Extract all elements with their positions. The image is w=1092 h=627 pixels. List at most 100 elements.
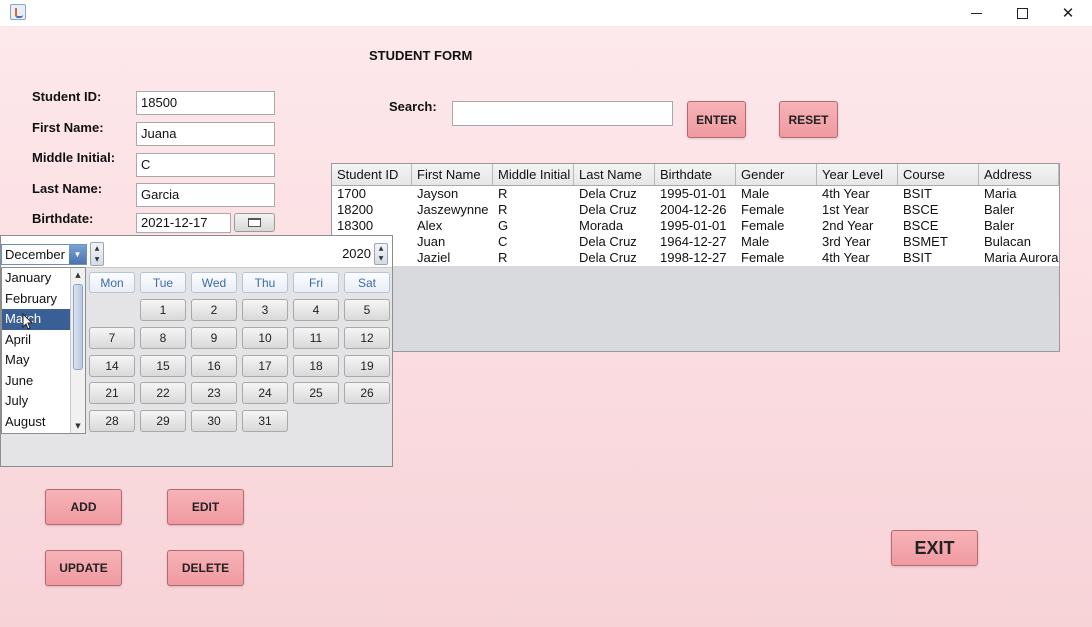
column-header[interactable]: Student ID	[332, 164, 412, 185]
column-header[interactable]: Birthdate	[655, 164, 736, 185]
table-row[interactable]: Juan C Dela Cruz 1964-12-27 Male 3rd Year BSME…	[332, 234, 1059, 250]
table-cell: 18200	[337, 202, 374, 217]
day-button[interactable]: 1	[140, 299, 186, 321]
date-picker-header: December ▼ ▲ ▼ 2020 ▲ ▼	[1, 236, 392, 268]
minimize-icon[interactable]	[953, 0, 999, 26]
table-cell: 4th Year	[822, 186, 870, 201]
middle-initial-label: Middle Initial:	[32, 150, 116, 165]
column-header[interactable]: Address	[979, 164, 1059, 185]
day-button[interactable]: 24	[242, 382, 288, 404]
day-button[interactable]: 11	[293, 327, 339, 349]
date-picker-popup[interactable]: December ▼ ▲▼ 2020 ▲▼ JanuaryFebruaryMar…	[0, 235, 393, 467]
weekday-header: Mon	[89, 272, 135, 293]
day-button[interactable]: 31	[242, 410, 288, 432]
table-row[interactable]: 18300 Alex G Morada 1995-01-01 Female 2nd Year…	[332, 218, 1059, 234]
day-button[interactable]: 18	[293, 355, 339, 377]
table-cell: Female	[741, 250, 785, 265]
edit-button[interactable]: EDIT	[167, 489, 244, 525]
day-button[interactable]: 30	[191, 410, 237, 432]
day-button[interactable]: 26	[344, 382, 390, 404]
day-button[interactable]: 14	[89, 355, 135, 377]
day-button[interactable]: 19	[344, 355, 390, 377]
table-cell: 2nd Year	[822, 218, 874, 233]
table-row[interactable]: 18200 Jaszewynne R Dela Cruz 2004-12-26 Femal…	[332, 202, 1059, 218]
table-cell: Maria	[984, 186, 1017, 201]
day-button[interactable]: 7	[89, 327, 135, 349]
column-header[interactable]: Gender	[736, 164, 817, 185]
search-input[interactable]	[452, 101, 673, 126]
day-button[interactable]: 23	[191, 382, 237, 404]
day-button[interactable]: 29	[140, 410, 186, 432]
calendar-picker-button[interactable]	[234, 213, 275, 232]
table-row[interactable]: 1700 Jayson R Dela Cruz 1995-01-01 Male 4th Ye…	[332, 186, 1059, 202]
day-button[interactable]: 25	[293, 382, 339, 404]
day-button[interactable]: 17	[242, 355, 288, 377]
table-cell: Dela Cruz	[579, 186, 637, 201]
delete-button[interactable]: DELETE	[167, 550, 244, 586]
day-button[interactable]: 5	[344, 299, 390, 321]
java-app-icon	[10, 4, 26, 20]
window-titlebar: ✕	[0, 0, 1092, 26]
table-cell: Jayson	[417, 186, 459, 201]
exit-button[interactable]: EXIT	[891, 530, 978, 566]
add-button[interactable]: ADD	[45, 489, 122, 525]
reset-button[interactable]: RESET	[779, 101, 838, 138]
month-dropdown-value: December	[5, 247, 65, 262]
table-cell: BSCE	[903, 202, 939, 217]
table-header: Student ID First Name Middle Initial Last N…	[332, 164, 1059, 186]
weekday-header: Fri	[293, 272, 339, 293]
column-header[interactable]: First Name	[412, 164, 493, 185]
student-id-field[interactable]: 18500	[136, 91, 275, 115]
last-name-field[interactable]: Garcia	[136, 183, 275, 207]
month-list-scrollbar[interactable]: ▲ ▼	[70, 268, 85, 433]
table-cell: Dela Cruz	[579, 202, 637, 217]
weekday-header: Tue	[140, 272, 186, 293]
enter-button[interactable]: ENTER	[687, 101, 746, 138]
column-header[interactable]: Year Level	[817, 164, 898, 185]
students-table[interactable]: Student ID First Name Middle Initial Last N…	[331, 163, 1060, 352]
first-name-field[interactable]: Juana	[136, 122, 275, 146]
table-cell: 1995-01-01	[660, 186, 727, 201]
scrollbar-thumb[interactable]	[73, 284, 83, 370]
column-header[interactable]: Course	[898, 164, 979, 185]
middle-initial-field[interactable]: C	[136, 153, 275, 177]
table-body: 1700 Jayson R Dela Cruz 1995-01-01 Male 4th Ye…	[332, 186, 1059, 266]
table-cell: Baler	[984, 202, 1015, 217]
table-cell: Female	[741, 218, 785, 233]
day-button[interactable]: 12	[344, 327, 390, 349]
day-button[interactable]: 28	[89, 410, 135, 432]
day-button[interactable]: 16	[191, 355, 237, 377]
day-button[interactable]: 22	[140, 382, 186, 404]
day-button[interactable]: 3	[242, 299, 288, 321]
day-button[interactable]: 10	[242, 327, 288, 349]
day-button[interactable]: 15	[140, 355, 186, 377]
scroll-down-icon[interactable]: ▼	[71, 419, 85, 433]
day-button[interactable]: 2	[191, 299, 237, 321]
mouse-cursor-icon	[22, 313, 34, 330]
birthdate-label: Birthdate:	[32, 211, 94, 226]
table-cell: Female	[741, 202, 785, 217]
table-cell: 2004-12-26	[660, 202, 727, 217]
table-cell: Dela Cruz	[579, 234, 637, 249]
scroll-up-icon[interactable]: ▲	[71, 268, 85, 282]
close-icon[interactable]: ✕	[1045, 0, 1091, 26]
day-button[interactable]: 8	[140, 327, 186, 349]
chevron-down-icon[interactable]: ▼	[69, 245, 86, 264]
table-cell: Male	[741, 186, 770, 201]
table-cell: Baler	[984, 218, 1015, 233]
month-dropdown[interactable]: December ▼	[1, 244, 87, 265]
column-header[interactable]: Middle Initial	[493, 164, 574, 185]
table-row[interactable]: Jaziel R Dela Cruz 1998-12-27 Female 4th Year…	[332, 250, 1059, 266]
year-value[interactable]: 2020	[321, 246, 371, 261]
day-button[interactable]: 4	[293, 299, 339, 321]
year-spinner[interactable]: ▲ ▼	[374, 243, 388, 265]
update-button[interactable]: UPDATE	[45, 550, 122, 586]
day-button[interactable]: 9	[191, 327, 237, 349]
table-cell: 1700	[337, 186, 366, 201]
birthdate-field[interactable]: 2021-12-17	[136, 213, 231, 233]
month-spinner[interactable]: ▲ ▼	[90, 242, 104, 266]
day-button[interactable]: 21	[89, 382, 135, 404]
month-list[interactable]: JanuaryFebruaryMarchAprilMayJuneJulyAugu…	[1, 267, 86, 434]
maximize-icon[interactable]	[999, 0, 1045, 26]
column-header[interactable]: Last Name	[574, 164, 655, 185]
